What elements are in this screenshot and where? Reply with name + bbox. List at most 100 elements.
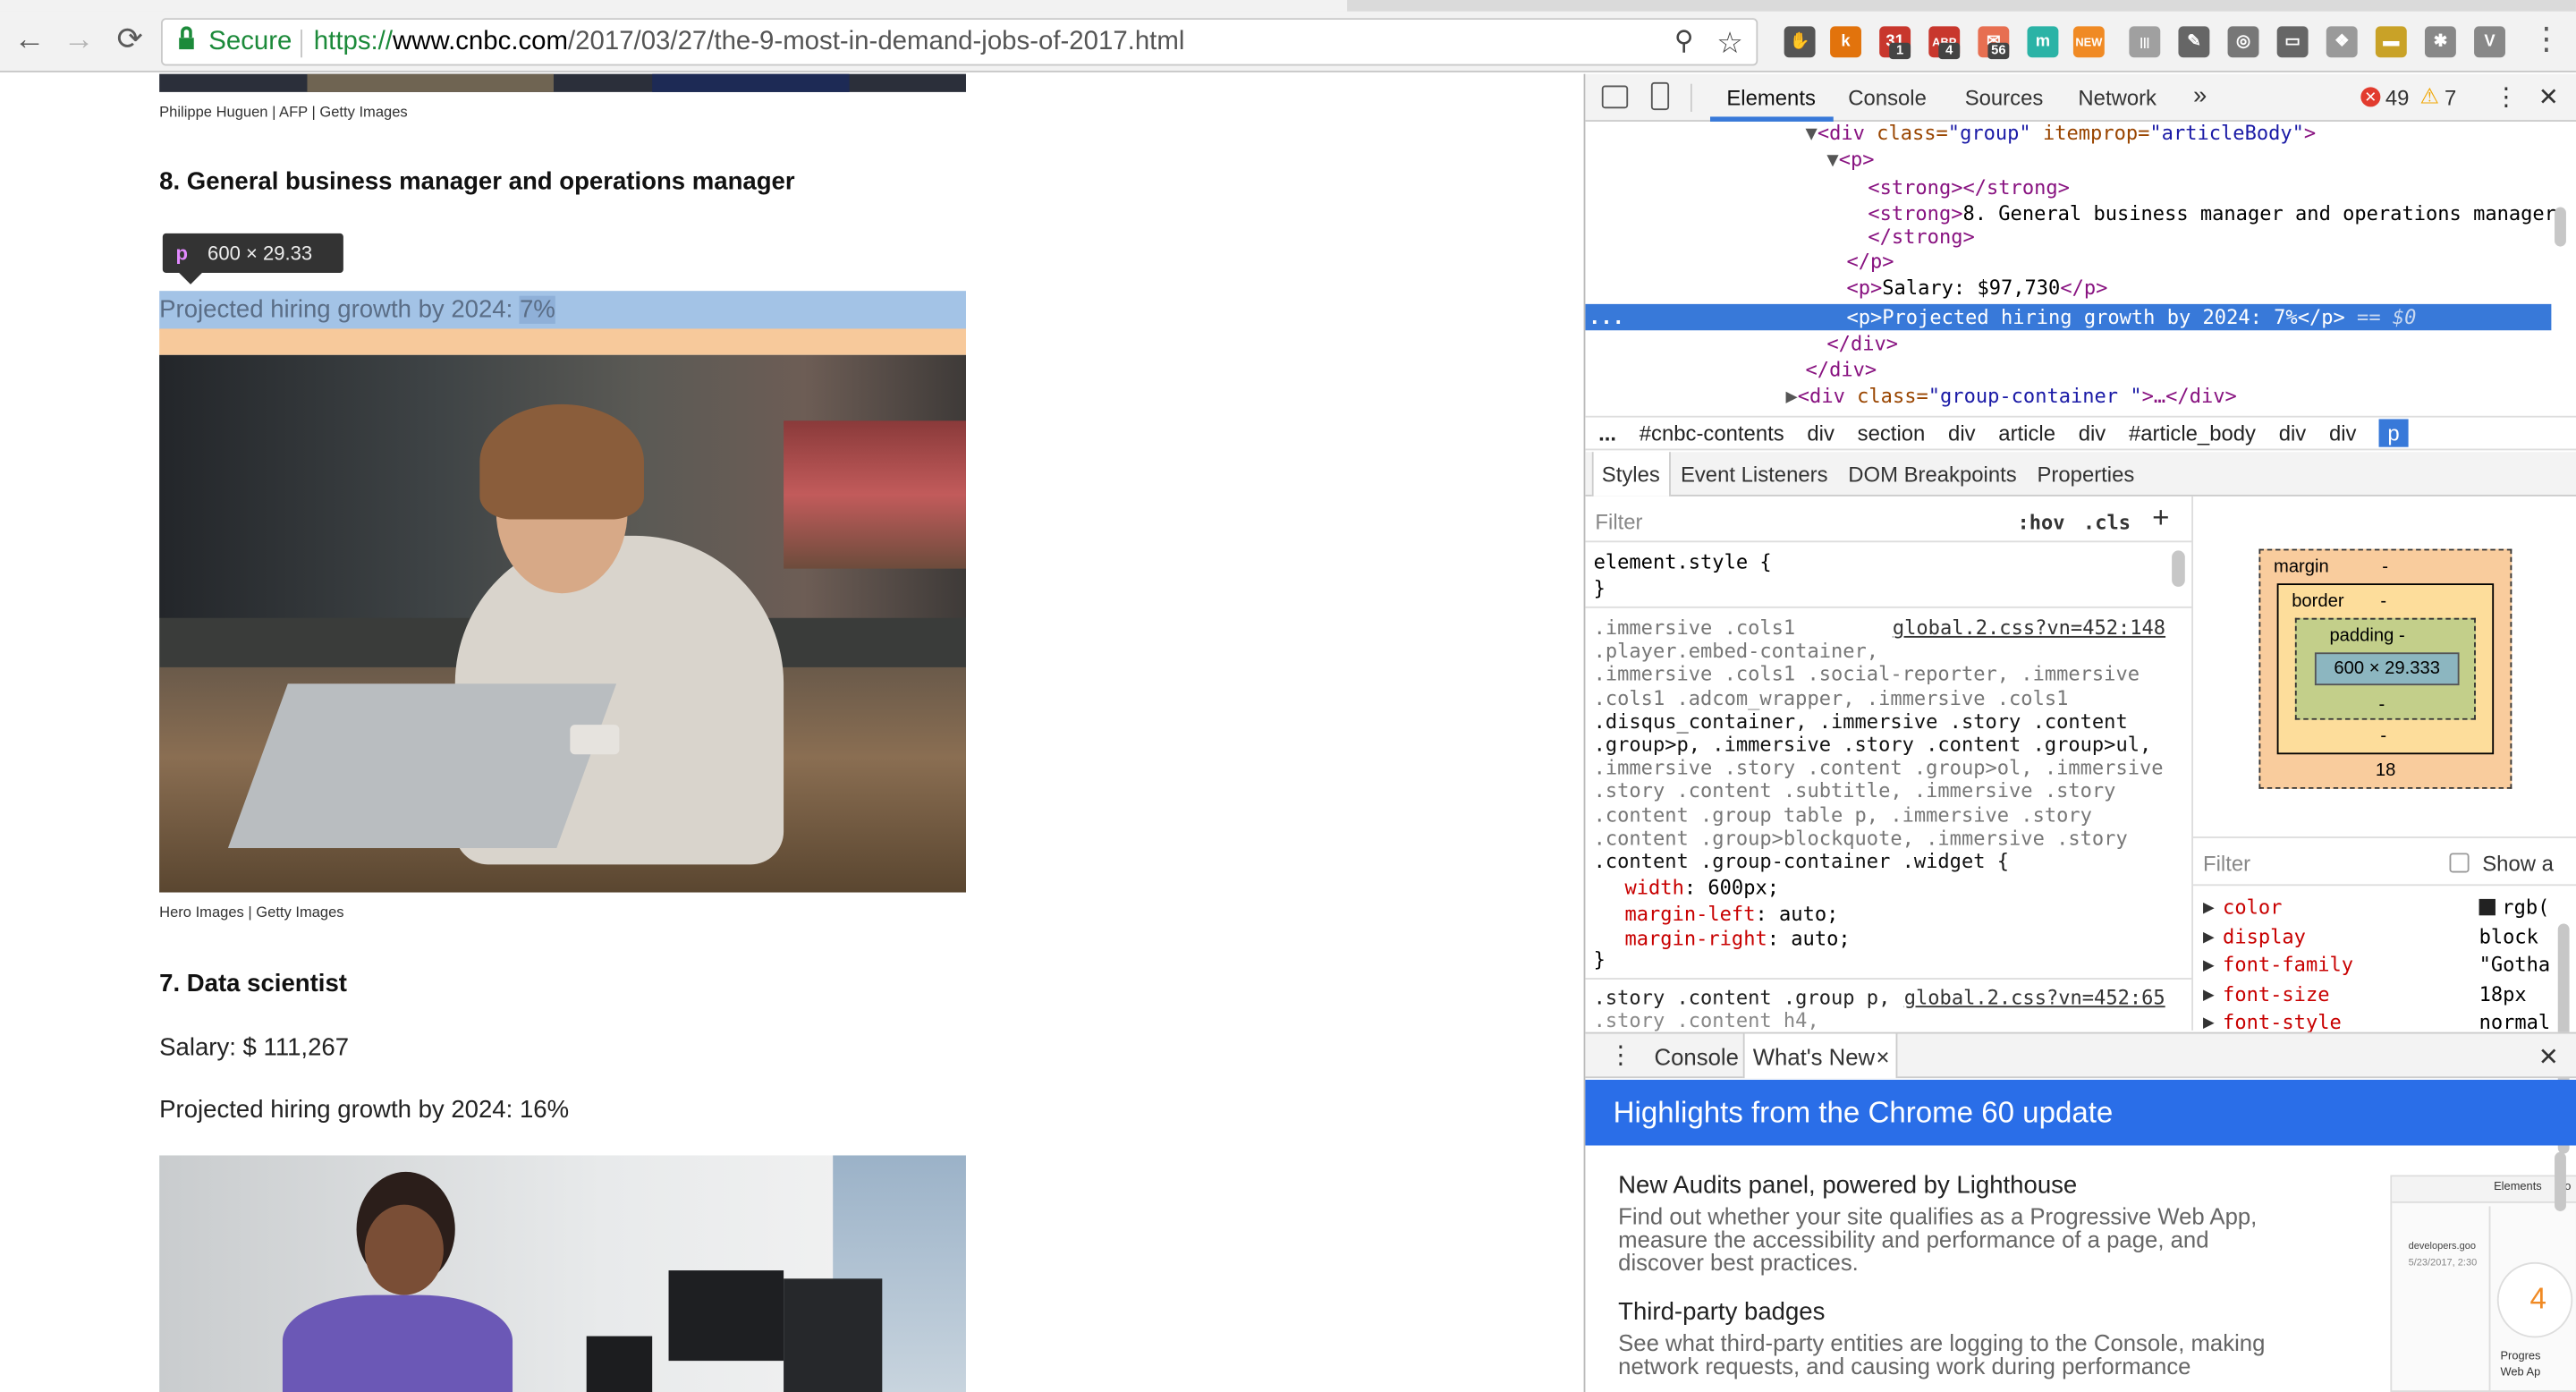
breadcrumb-item[interactable]: #article_body [2129, 420, 2256, 446]
ext-burger-icon[interactable]: ▬ [2375, 26, 2407, 58]
selector-line[interactable]: .story .content .subtitle, .immersive .s… [1594, 780, 2164, 803]
box-content[interactable]: 600 × 29.333 [2314, 652, 2460, 686]
selector-line[interactable]: .disqus_container, .immersive .story .co… [1594, 709, 2164, 733]
style-declaration[interactable]: width: 600px; [1624, 876, 1850, 901]
error-count[interactable]: 49 [2385, 86, 2410, 111]
breadcrumb-item[interactable]: div [1948, 420, 1976, 446]
drawer-scrollbar[interactable] [2555, 1151, 2566, 1211]
tab-network[interactable]: Network [2078, 86, 2157, 111]
ext-hand-icon[interactable]: ✋ [1784, 26, 1816, 58]
breadcrumb-item[interactable]: article [1998, 420, 2055, 446]
ext-new-icon[interactable]: NEW [2072, 26, 2105, 58]
ext-eyedropper-icon[interactable]: ✎ [2178, 26, 2210, 58]
selected-dots[interactable]: ... [1589, 306, 1624, 329]
browser-menu-icon[interactable]: ⋮ [2527, 21, 2566, 61]
ext-m-icon[interactable]: m [2027, 26, 2059, 58]
selector-line[interactable]: .immersive .cols1 [1594, 616, 2164, 640]
tab-styles[interactable]: Styles [1602, 462, 1660, 487]
selector-line[interactable]: .content .group table p, .immersive .sto… [1594, 803, 2164, 827]
styles-filter-input[interactable]: Filter [1595, 510, 1642, 535]
ext-gear-icon[interactable]: ✱ [2424, 26, 2456, 58]
tab-properties[interactable]: Properties [2038, 462, 2135, 487]
tab-elements[interactable]: Elements [1726, 86, 1816, 111]
back-button[interactable]: ← [10, 21, 49, 61]
dom-line-strong-empty[interactable]: <strong></strong> [1868, 176, 2070, 199]
ext-cast-icon[interactable]: ▭ [2276, 26, 2309, 58]
devtools-close-icon[interactable]: ✕ [2538, 82, 2559, 112]
active-tab[interactable] [0, 0, 1348, 12]
ext-books-icon[interactable]: ||| [2129, 26, 2161, 58]
breadcrumb-item[interactable]: #cnbc-contents [1640, 420, 1784, 446]
devtools-menu-icon[interactable]: ⋮ [2494, 82, 2519, 112]
drawer-menu-icon[interactable]: ⋮ [1608, 1040, 1633, 1070]
forward-button[interactable]: → [59, 21, 98, 61]
box-border[interactable]: border - - padding - - 600 × 29.333 [2276, 583, 2495, 755]
zoom-icon[interactable]: ⚲ [1667, 26, 1700, 59]
rule-declarations[interactable]: width: 600px; margin-left: auto; margin-ri… [1624, 876, 1850, 952]
dom-line-group-container[interactable]: ▶<div class="group-container ">…</div> [1785, 385, 2236, 408]
ext-mail-icon[interactable]: ✉56 [1978, 26, 2010, 60]
selector-line[interactable]: .content .group>blockquote, .immersive .… [1594, 827, 2164, 850]
whats-new-item-title[interactable]: Third-party badges [1618, 1298, 1825, 1326]
more-tabs-icon[interactable]: » [2193, 82, 2207, 110]
dom-line-p-open[interactable]: ▼<p> [1826, 148, 1874, 171]
new-rule-button[interactable]: + [2152, 501, 2169, 536]
dom-line-selected[interactable]: ... <p>Projected hiring growth by 2024: … [1585, 303, 2552, 331]
tab-dom-breakpoints[interactable]: DOM Breakpoints [1848, 462, 2016, 487]
breadcrumb-item[interactable]: div [2279, 420, 2307, 446]
computed-property[interactable]: ▶ font-size 18px [2203, 980, 2572, 1009]
whats-new-item-title[interactable]: New Audits panel, powered by Lighthouse [1618, 1172, 2077, 1200]
close-tab-icon[interactable]: × [1877, 1044, 1890, 1070]
computed-property[interactable]: ▶ display block [2203, 923, 2572, 952]
dom-line-div-close-outer[interactable]: </div> [1806, 358, 1877, 381]
reload-button[interactable]: ⟳ [110, 21, 149, 61]
style-declaration[interactable]: margin-left: auto; [1624, 902, 1850, 927]
rule2-source-link[interactable]: global.2.css?vn=452:65 [1904, 986, 2165, 1009]
styles-scrollbar[interactable] [2172, 550, 2185, 587]
dom-line-div-close[interactable]: </div> [1826, 332, 1898, 355]
breadcrumb-item[interactable]: div [2329, 420, 2357, 446]
ext-k-icon[interactable]: k [1830, 26, 1861, 58]
rule-selectors[interactable]: .immersive .cols1 .player.embed-container… [1594, 616, 2164, 873]
selector-line[interactable]: .immersive .cols1 .social-reporter, .imm… [1594, 663, 2164, 686]
element-style-rule[interactable]: element.style { [1594, 550, 1772, 573]
box-margin[interactable]: margin - 18 border - - padding - - 600 ×… [2258, 548, 2512, 789]
tab-sources[interactable]: Sources [1965, 86, 2044, 111]
drawer-tab-whats-new[interactable]: What's New × [1742, 1033, 1898, 1079]
dom-line-strong-heading[interactable]: <strong>8. General business manager and … [1868, 202, 2556, 225]
address-bar[interactable]: Secure https://www.cnbc.com/2017/03/27/t… [160, 18, 1758, 66]
breadcrumb-item[interactable]: ... [1598, 420, 1616, 446]
bookmark-star-icon[interactable]: ☆ [1714, 26, 1747, 59]
cls-button[interactable]: .cls [2083, 511, 2131, 534]
url-text[interactable]: https://www.cnbc.com/2017/03/27/the-9-mo… [314, 28, 1185, 57]
dom-line-div-group[interactable]: ▼<div class="group" itemprop="articleBod… [1806, 122, 2317, 145]
breadcrumb-item[interactable]: div [2079, 420, 2106, 446]
device-toolbar-icon[interactable] [1650, 81, 1670, 111]
box-padding[interactable]: padding - - 600 × 29.333 [2294, 617, 2476, 720]
style-declaration[interactable]: margin-right: auto; [1624, 927, 1850, 952]
color-swatch[interactable] [2479, 898, 2496, 916]
show-all-checkbox[interactable] [2449, 853, 2470, 873]
ext-globe-icon[interactable]: ◎ [2227, 26, 2259, 58]
selector-line[interactable]: .player.embed-container, [1594, 640, 2164, 663]
dom-scrollbar[interactable] [2555, 207, 2566, 247]
inspect-element-icon[interactable] [1601, 85, 1629, 109]
selector-line[interactable]: .cols1 .adcom_wrapper, .immersive .cols1 [1594, 686, 2164, 709]
breadcrumb-item[interactable]: section [1858, 420, 1926, 446]
ext-v-icon[interactable]: V [2474, 26, 2505, 58]
drawer-close-icon[interactable]: ✕ [2538, 1042, 2559, 1072]
dom-line-strong-close[interactable]: </strong> [1868, 225, 1974, 249]
hov-button[interactable]: :hov [2017, 511, 2064, 534]
ext-dropbox-icon[interactable]: ❖ [2326, 26, 2358, 58]
computed-property[interactable]: ▶ font-family "Gotha [2203, 952, 2572, 980]
breadcrumb-item[interactable]: div [1807, 420, 1835, 446]
selector-line[interactable]: .immersive .story .content .group>ol, .i… [1594, 756, 2164, 779]
selector-line[interactable]: .content .group-container .widget { [1594, 850, 2164, 873]
tab-console[interactable]: Console [1848, 86, 1927, 111]
breadcrumb-item[interactable]: p [2379, 419, 2408, 447]
dom-line-p-close[interactable]: </p> [1846, 250, 1894, 273]
computed-property[interactable]: ▶ color rgb( [2203, 894, 2572, 922]
tab-event-listeners[interactable]: Event Listeners [1681, 462, 1828, 487]
ext-calendar-icon[interactable]: 311 [1879, 26, 1911, 60]
selector-line[interactable]: .group>p, .immersive .story .content .gr… [1594, 733, 2164, 756]
